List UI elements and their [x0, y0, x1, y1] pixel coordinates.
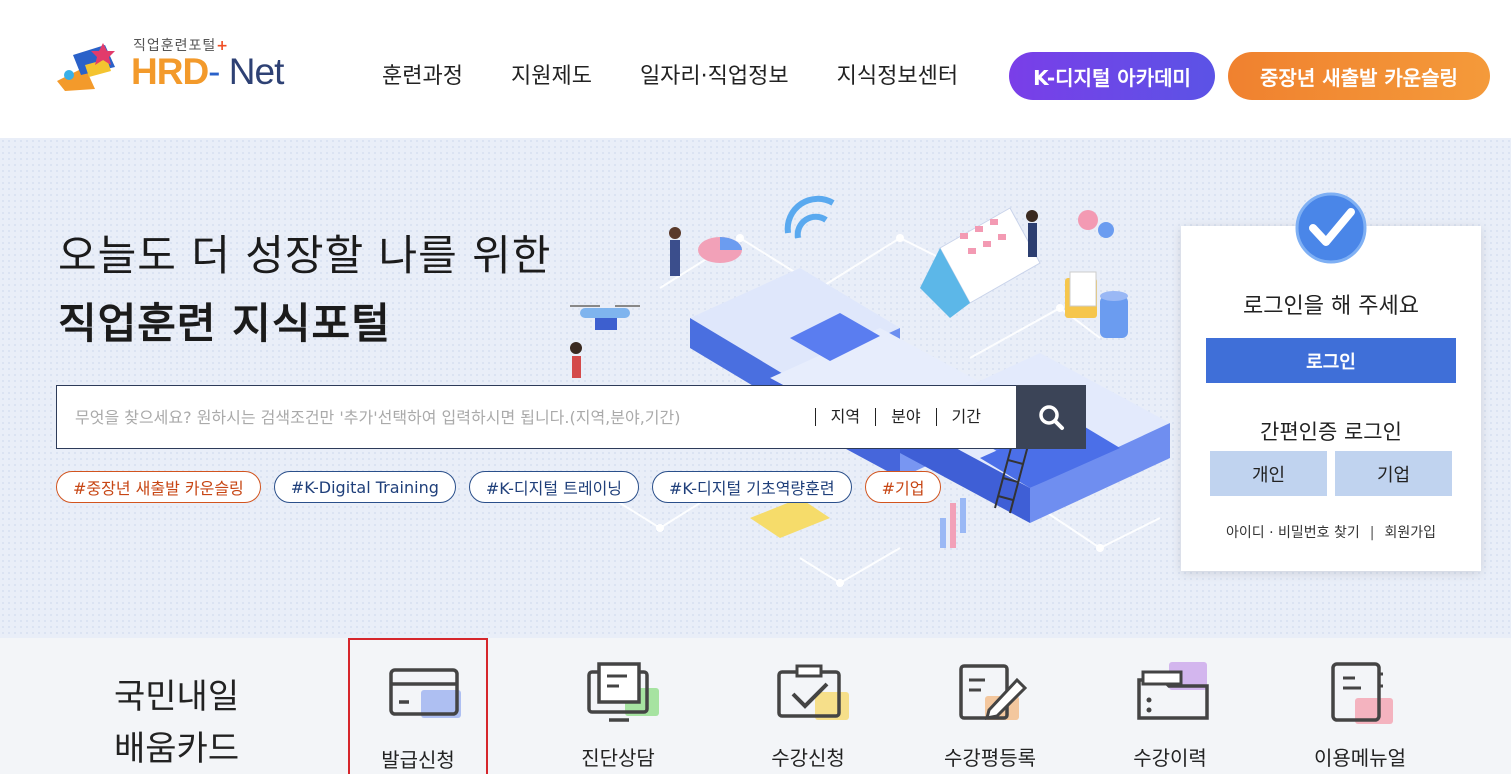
- quick-item-review[interactable]: 수강평등록: [920, 638, 1060, 774]
- login-button[interactable]: 로그인: [1206, 338, 1456, 383]
- tag-midlife-counseling[interactable]: #중장년 새출발 카운슬링: [56, 471, 261, 503]
- quick-item-label: 수강신청: [771, 746, 845, 770]
- calendar-icon: [920, 207, 1041, 318]
- quick-item-issue-apply[interactable]: 발급신청: [348, 638, 488, 774]
- checkmark-icon: [1295, 192, 1367, 264]
- midlife-counseling-button[interactable]: 중장년 새출발 카운슬링: [1228, 52, 1490, 100]
- hero-title-line2: 직업훈련 지식포털: [58, 299, 391, 348]
- tag-k-digital-training[interactable]: #K-디지털 트레이닝: [468, 471, 640, 503]
- search-button[interactable]: [1016, 385, 1086, 449]
- easy-login-title: 간편인증 로그인: [1260, 420, 1402, 444]
- quick-item-history[interactable]: 수강이력: [1100, 638, 1240, 774]
- tag-k-digital-training-en[interactable]: #K-Digital Training: [273, 471, 456, 503]
- hashtag-list: #중장년 새출발 카운슬링 #K-Digital Training #K-디지털…: [56, 471, 942, 503]
- hero-section: 오늘도 더 성장할 나를 위한 직업훈련 지식포털 무엇을 찾으세요? 원하시는…: [0, 138, 1511, 638]
- filter-period[interactable]: 기간: [935, 408, 996, 426]
- quick-item-label: 진단상담: [581, 746, 655, 770]
- main-nav: 훈련과정 지원제도 일자리·직업정보 지식정보센터: [382, 58, 1006, 90]
- login-message: 로그인을 해 주세요: [1243, 294, 1419, 319]
- folder-icon: [1065, 271, 1097, 318]
- quick-item-label: 이용메뉴얼: [1314, 746, 1406, 770]
- yellow-tile-icon: [750, 498, 830, 538]
- book-manual-icon: [1331, 662, 1393, 724]
- hero-title-line1: 오늘도 더 성장할 나를 위한: [58, 231, 552, 280]
- search-bar: 지역 분야 기간: [56, 385, 1086, 449]
- header: 직업훈련포털+ HRD- Net 훈련과정 지원제도 일자리·직업정보 지식정보…: [0, 0, 1511, 138]
- hrd-net-logo[interactable]: 직업훈련포털+ HRD- Net: [55, 35, 305, 95]
- monitor-document-icon: [587, 662, 659, 722]
- quick-item-manual[interactable]: 이용메뉴얼: [1290, 638, 1430, 774]
- tag-company[interactable]: #기업: [864, 471, 942, 503]
- learning-card-title-line2: 배움카드: [114, 729, 240, 769]
- quick-item-label: 발급신청: [381, 748, 455, 772]
- bar-chart-icon: [940, 498, 966, 548]
- search-icon: [1039, 405, 1064, 430]
- person-figure-icon: [669, 227, 681, 276]
- card-icon: [389, 668, 461, 718]
- logo-mark-icon: [57, 43, 115, 91]
- quick-item-label: 수강이력: [1133, 746, 1207, 770]
- search-filters: 지역 분야 기간: [814, 408, 996, 426]
- filter-field[interactable]: 분야: [875, 408, 935, 426]
- login-links: 아이디 · 비밀번호 찾기 | 회원가입: [1181, 522, 1481, 542]
- find-id-password-link[interactable]: 아이디 · 비밀번호 찾기: [1226, 525, 1360, 541]
- drone-icon: [570, 305, 640, 330]
- learning-card-quick-menu: 국민내일 배움카드 발급신청 진단상담 수강신청 수강평등록 수강이력 이용메뉴…: [0, 638, 1511, 774]
- login-panel: 로그인을 해 주세요 로그인 간편인증 로그인 개인 기업 아이디 · 비밀번호…: [1181, 192, 1481, 571]
- page: 직업훈련포털+ HRD- Net 훈련과정 지원제도 일자리·직업정보 지식정보…: [0, 0, 1511, 774]
- person-figure-icon: [570, 342, 582, 378]
- nav-knowledge-center[interactable]: 지식정보센터: [837, 58, 958, 90]
- join-link[interactable]: 회원가입: [1384, 525, 1436, 541]
- quick-item-diagnosis[interactable]: 진단상담: [548, 638, 688, 774]
- nav-jobs-info[interactable]: 일자리·직업정보: [640, 58, 789, 90]
- quick-item-label: 수강평등록: [944, 746, 1036, 770]
- filter-region[interactable]: 지역: [814, 408, 875, 426]
- quick-item-enroll[interactable]: 수강신청: [738, 638, 878, 774]
- personal-login-button[interactable]: 개인: [1210, 451, 1327, 496]
- checklist-icon: [777, 664, 849, 720]
- nav-support-programs[interactable]: 지원제도: [511, 58, 592, 90]
- wifi-icon: [784, 195, 835, 239]
- learning-card-title: 국민내일 배움카드: [114, 671, 239, 774]
- learning-card-title-line1: 국민내일: [114, 677, 240, 717]
- edit-document-icon: [959, 664, 1028, 720]
- database-icon: [1100, 291, 1128, 338]
- link-separator: |: [1369, 525, 1375, 541]
- tag-k-digital-basic[interactable]: #K-디지털 기초역량훈련: [652, 471, 852, 503]
- corporate-login-button[interactable]: 기업: [1335, 451, 1452, 496]
- folder-history-icon: [1137, 662, 1209, 720]
- k-digital-academy-button[interactable]: K-디지털 아카데미: [1009, 52, 1215, 100]
- logo-wordmark: HRD- Net: [131, 51, 284, 92]
- gear-icon: [1078, 210, 1114, 238]
- pie-chart-icon: [698, 237, 742, 263]
- nav-training-courses[interactable]: 훈련과정: [382, 58, 463, 90]
- search-input[interactable]: [57, 387, 815, 447]
